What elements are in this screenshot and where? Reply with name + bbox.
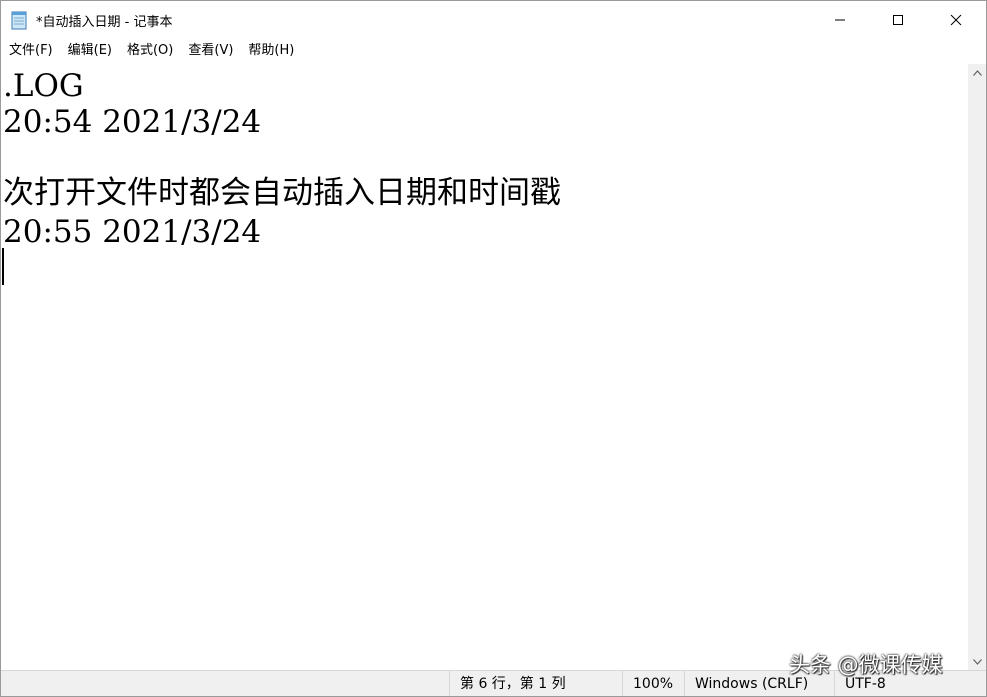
watermark-text: 头条 @微课传媒	[789, 653, 943, 677]
scroll-up-arrow-icon[interactable]	[968, 64, 986, 81]
menu-view[interactable]: 查看(V)	[180, 39, 240, 63]
maximize-button[interactable]	[869, 1, 927, 39]
menu-help[interactable]: 帮助(H)	[240, 39, 301, 63]
scroll-down-arrow-icon[interactable]	[968, 653, 986, 670]
editor-line: .LOG	[3, 68, 84, 104]
minimize-button[interactable]	[811, 1, 869, 39]
notepad-icon[interactable]	[11, 10, 28, 30]
title-bar[interactable]: *自动插入日期 - 记事本	[1, 1, 986, 39]
maximize-icon	[892, 11, 904, 30]
text-caret	[2, 248, 4, 285]
menu-file[interactable]: 文件(F)	[1, 39, 60, 63]
menu-format[interactable]: 格式(O)	[119, 39, 180, 63]
close-icon	[950, 11, 962, 30]
close-button[interactable]	[927, 1, 985, 39]
editor-line: 20:55 2021/3/24	[3, 214, 262, 250]
menu-edit[interactable]: 编辑(E)	[60, 39, 119, 63]
editor-line: 20:54 2021/3/24	[3, 104, 262, 140]
notepad-window: *自动插入日期 - 记事本 文件(F) 编辑(E) 格式(O) 查看(V) 帮助…	[0, 0, 987, 697]
window-title: *自动插入日期 - 记事本	[36, 15, 173, 30]
status-cursor-position: 第 6 行，第 1 列	[449, 671, 628, 696]
text-editor[interactable]: .LOG 20:54 2021/3/24 次打开文件时都会自动插入日期和时间戳 …	[1, 64, 968, 670]
menu-bar: 文件(F) 编辑(E) 格式(O) 查看(V) 帮助(H)	[1, 39, 986, 63]
status-zoom: 100%	[622, 671, 683, 696]
editor-line: 次打开文件时都会自动插入日期和时间戳	[3, 175, 561, 211]
vertical-scrollbar[interactable]	[968, 64, 986, 670]
minimize-icon	[834, 11, 846, 30]
